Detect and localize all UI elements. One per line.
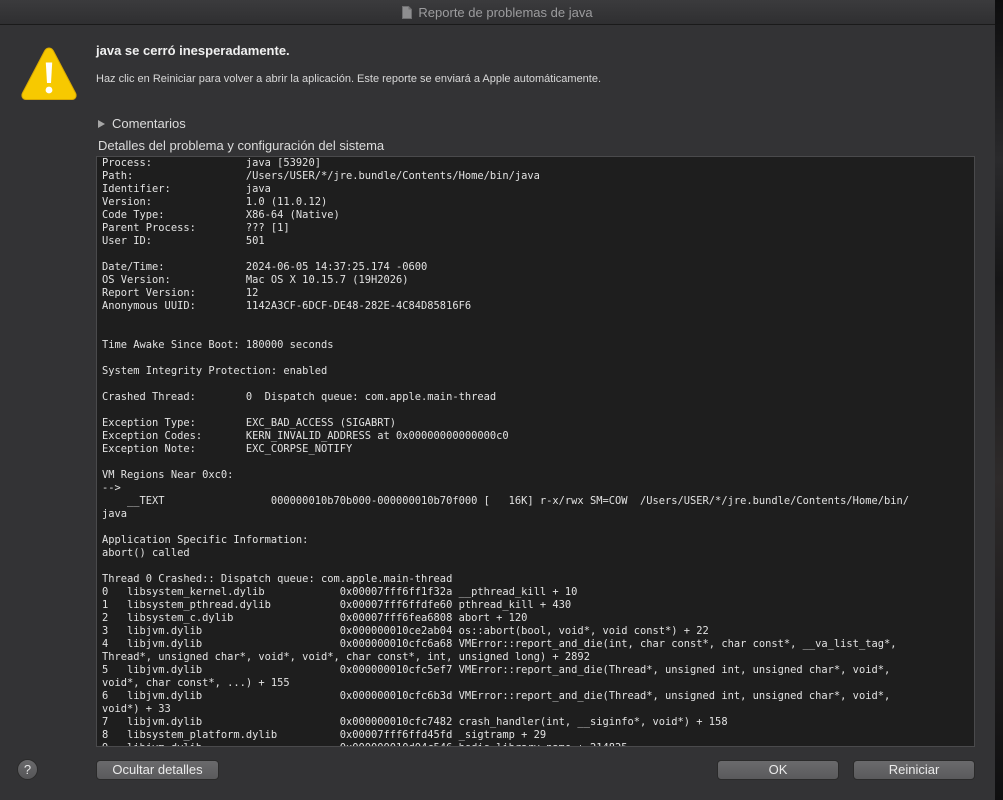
- background-edge: [995, 0, 1003, 800]
- comments-label: Comentarios: [112, 116, 186, 131]
- relaunch-button[interactable]: Reiniciar: [853, 760, 975, 780]
- alert-message: Haz clic en Reiniciar para volver a abri…: [96, 73, 602, 85]
- warning-icon: [20, 45, 78, 103]
- comments-disclosure[interactable]: Comentarios: [98, 116, 186, 131]
- help-button[interactable]: ?: [17, 759, 38, 780]
- document-icon: [402, 5, 413, 19]
- report-text-area[interactable]: Process: java [53920] Path: /Users/USER/…: [96, 156, 975, 747]
- disclosure-triangle-icon[interactable]: [98, 119, 105, 128]
- title-bar[interactable]: Reporte de problemas de java: [0, 0, 995, 25]
- report-text: Process: java [53920] Path: /Users/USER/…: [102, 157, 909, 746]
- crash-report-window: Reporte de problemas de java java se cer…: [0, 0, 996, 800]
- details-label: Detalles del problema y configuración de…: [98, 138, 385, 153]
- ok-button[interactable]: OK: [717, 760, 839, 780]
- hide-details-button[interactable]: Ocultar detalles: [96, 760, 219, 780]
- window-title: Reporte de problemas de java: [418, 4, 593, 20]
- title-group: Reporte de problemas de java: [402, 0, 593, 24]
- alert-headline: java se cerró inesperadamente.: [96, 43, 290, 58]
